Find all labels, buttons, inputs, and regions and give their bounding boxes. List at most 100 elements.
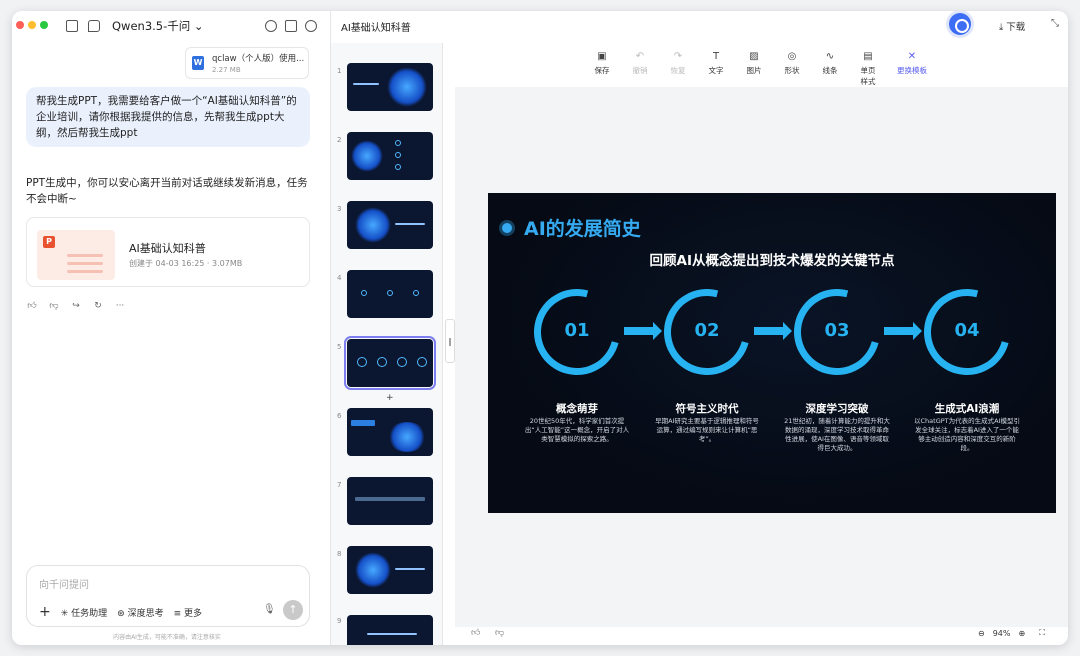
add-slide-icon[interactable]: + — [386, 393, 394, 403]
stage-title[interactable]: 生成式AI浪潮 — [912, 401, 1022, 416]
toolbar-label: 形状 — [784, 66, 800, 75]
thumb-glow — [351, 140, 383, 172]
stage-number: 04 — [954, 320, 980, 341]
text-icon: T — [712, 51, 720, 62]
thumbs-down-icon[interactable]: 👎︎ — [48, 300, 60, 312]
disclaimer: 内容由AI生成，可能不准确，请注意核实 — [113, 634, 221, 641]
ppt-title: AI基础认知科普 — [129, 242, 206, 255]
attachment-size: 2.27 MB — [212, 66, 241, 74]
stage-desc[interactable]: 以ChatGPT为代表的生成式AI模型引发全球关注，标志着AI进入了一个能够主动… — [912, 417, 1022, 453]
slide-5[interactable]: AI的发展简史 回顾AI从概念提出到技术爆发的关键节点 01 02 03 04 … — [488, 193, 1056, 513]
thumb-dot — [395, 152, 401, 158]
send-button[interactable]: ↑ — [283, 600, 303, 620]
input-tools: + ✳ 任务助理 ⊛ 深度思考 ≡ 更多 — [39, 604, 202, 620]
maximize-window-button[interactable] — [40, 21, 48, 29]
thumb-line — [395, 223, 425, 225]
app-window: Qwen3.5-千问 ⌄ W qclaw（个人版）使用... 2.27 MB 帮… — [12, 11, 1068, 645]
toolbar-label: 单页样式 — [860, 66, 876, 86]
ppt-result-card[interactable]: P AI基础认知科普 创建于 04-03 16:25 · 3.07MB — [26, 217, 310, 287]
zoom-control: ⊖ 94% ⊕ ⛶ — [978, 628, 1045, 638]
thumb-dot — [395, 164, 401, 170]
stage-title[interactable]: 概念萌芽 — [522, 401, 632, 416]
thumbs-up-icon[interactable]: 👍︎ — [26, 300, 38, 312]
slide-heading[interactable]: AI的发展简史 — [524, 214, 641, 241]
sidebar-toggle-icon[interactable] — [66, 20, 78, 32]
download-button[interactable]: ⤓ 下载 — [999, 19, 1025, 33]
brain-icon: ⊛ — [117, 608, 125, 619]
thumb-number: 4 — [337, 274, 342, 282]
stage-desc[interactable]: 20世纪50年代，科学家们首次提出“人工智能”这一概念，开启了对人类智慧模拟的探… — [522, 417, 632, 444]
thumb-glow — [355, 552, 391, 588]
toolbar-layout-button[interactable]: ▤ 单页样式 — [857, 51, 879, 87]
slide-thumb[interactable] — [347, 63, 433, 111]
chevron-down-icon: ⌄ — [193, 19, 204, 33]
toolbar-text-button[interactable]: T 文字 — [705, 51, 727, 87]
minimize-window-button[interactable] — [28, 21, 36, 29]
slide-thumb-selected[interactable] — [344, 336, 436, 390]
fit-screen-icon[interactable]: ⛶ — [1039, 628, 1045, 638]
microphone-icon[interactable]: 🎙︎ — [263, 604, 276, 616]
tool-task-assistant[interactable]: ✳ 任务助理 — [61, 606, 107, 619]
thumbs-down-icon[interactable]: 👎︎ — [495, 628, 504, 638]
history-icon[interactable] — [265, 20, 277, 32]
compass-icon[interactable] — [305, 20, 317, 32]
ppt-thumbnail: P — [37, 230, 115, 280]
slide-thumb[interactable] — [347, 270, 433, 318]
zoom-out-icon[interactable]: ⊖ — [978, 629, 985, 638]
stage-title[interactable]: 深度学习突破 — [782, 401, 892, 416]
close-window-button[interactable] — [16, 21, 24, 29]
share-icon[interactable]: ↪ — [70, 300, 82, 312]
redo-icon: ↷ — [673, 51, 683, 62]
panel-resize-handle[interactable]: ‖ — [445, 319, 455, 363]
chat-input-box[interactable]: 向千问提问 + ✳ 任务助理 ⊛ 深度思考 ≡ 更多 🎙︎ ↑ — [26, 565, 310, 627]
more-icon[interactable]: ··· — [114, 300, 126, 312]
stage-desc[interactable]: 21世纪初，随着计算能力的提升和大数据的涌现，深度学习技术取得革命性进展，使AI… — [782, 417, 892, 453]
template-icon: ✕ — [907, 51, 917, 62]
toolbar-image-button[interactable]: ▨ 图片 — [743, 51, 765, 87]
add-icon[interactable]: + — [39, 604, 51, 620]
zoom-in-icon[interactable]: ⊕ — [1018, 629, 1025, 638]
toolbar-template-button[interactable]: ✕ 更换模板 — [895, 51, 929, 87]
thumb-number: 6 — [337, 412, 342, 420]
thumb-dot — [357, 357, 367, 367]
chat-input[interactable]: 向千问提问 — [39, 576, 89, 591]
share-icon[interactable] — [285, 20, 297, 32]
thumb-number: 7 — [337, 481, 342, 489]
thumb-glow — [355, 207, 391, 243]
message-actions: 👍︎ 👎︎ ↪ ↻ ··· — [26, 300, 126, 312]
stage-desc[interactable]: 早期AI研究主要基于逻辑推理和符号运算，通过编写规则来让计算机“思考”。 — [652, 417, 762, 444]
toolbar-shape-button[interactable]: ◎ 形状 — [781, 51, 803, 87]
toolbar-undo-button[interactable]: ↶ 撤销 — [629, 51, 651, 87]
zoom-level[interactable]: 94% — [993, 629, 1011, 638]
tool-deep-think[interactable]: ⊛ 深度思考 — [117, 606, 163, 619]
slide-thumb[interactable] — [347, 201, 433, 249]
assistant-badge-icon[interactable] — [949, 13, 971, 35]
editor-toolbar: ▣ 保存 ↶ 撤销 ↷ 恢复 T 文字 ▨ 图片 ◎ 形状 ∿ 线条 ▤ 单页样式 ✕ 更换模板 — [591, 51, 929, 87]
ai-message: PPT生成中，你可以安心离开当前对话或继续发新消息，任务不会中断~ — [26, 177, 308, 205]
thumb-dot — [413, 290, 419, 296]
stage-title[interactable]: 符号主义时代 — [652, 401, 762, 416]
regenerate-icon[interactable]: ↻ — [92, 300, 104, 312]
slide-subtitle[interactable]: 回顾AI从概念提出到技术爆发的关键节点 — [488, 249, 1056, 269]
slide-thumb[interactable] — [347, 615, 433, 645]
thumb-dot — [395, 140, 401, 146]
ppt-editor: AI基础认知科普 ⤓ 下载 ⤡ 1 2 3 4 5 + 6 7 8 9 ‖ ▣ … — [330, 11, 1068, 645]
thumb-line — [67, 262, 103, 265]
model-selector[interactable]: Qwen3.5-千问 ⌄ — [112, 18, 204, 34]
slide-thumb[interactable] — [347, 477, 433, 525]
toolbar-redo-button[interactable]: ↷ 恢复 — [667, 51, 689, 87]
slide-thumb[interactable] — [347, 546, 433, 594]
expand-icon[interactable]: ⤡ — [1051, 18, 1059, 29]
toolbar-label: 保存 — [594, 66, 610, 75]
thumb-glow — [387, 67, 427, 107]
toolbar-line-button[interactable]: ∿ 线条 — [819, 51, 841, 87]
slide-thumb[interactable] — [347, 408, 433, 456]
toolbar-label: 恢复 — [670, 66, 686, 75]
new-chat-icon[interactable] — [88, 20, 100, 32]
slide-thumb[interactable] — [347, 132, 433, 180]
tool-more[interactable]: ≡ 更多 — [174, 606, 202, 619]
layout-icon: ▤ — [863, 51, 873, 62]
attachment-card[interactable]: W qclaw（个人版）使用... 2.27 MB — [185, 47, 309, 79]
thumbs-up-icon[interactable]: 👍︎ — [471, 628, 480, 638]
toolbar-save-button[interactable]: ▣ 保存 — [591, 51, 613, 87]
